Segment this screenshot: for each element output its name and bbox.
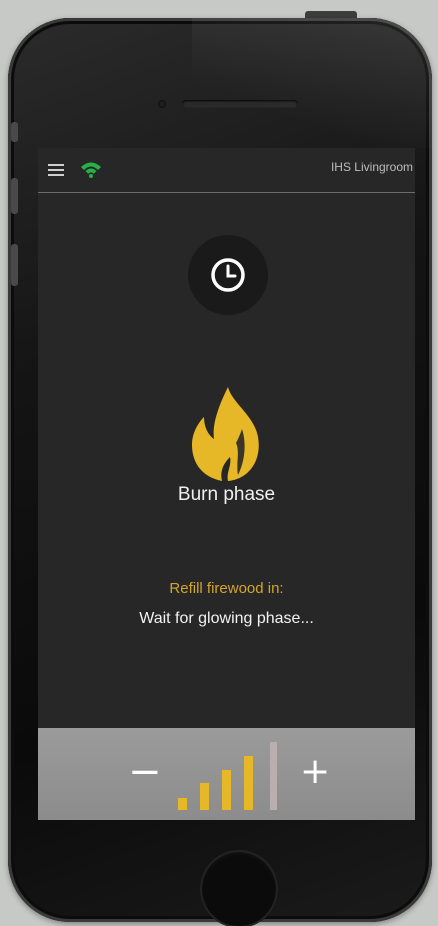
clock-icon [211,258,245,292]
burn-phase-label: Burn phase [177,484,276,505]
flame-icon [192,387,259,481]
timer-button[interactable] [188,235,268,315]
power-level-bar[interactable] [222,770,231,810]
room-name: IHS Livingroom [330,160,413,174]
power-level-bar[interactable] [178,798,187,810]
wait-status: Wait for glowing phase... [139,610,314,627]
decrease-button[interactable]: − [128,742,162,802]
power-level-indicator[interactable] [178,738,288,810]
front-camera [158,100,166,108]
power-level-bar[interactable] [244,756,253,810]
increase-button[interactable]: + [300,742,330,802]
sleep-button [305,11,357,18]
power-level-bar[interactable] [200,783,209,810]
scene: IHS Livingroom Burn phase Refill firewoo… [0,0,438,926]
menu-icon[interactable] [48,164,64,176]
earpiece-speaker [182,100,298,108]
power-control-bar: − + [38,728,415,820]
volume-up-button [11,178,18,214]
volume-down-button [11,244,18,286]
wifi-icon [81,162,101,178]
app-screen: IHS Livingroom Burn phase Refill firewoo… [38,148,415,820]
home-button [200,850,278,926]
mute-switch [11,122,18,142]
top-bar: IHS Livingroom [38,148,415,193]
refill-label: Refill firewood in: [169,580,284,597]
power-level-bar[interactable] [270,742,277,810]
